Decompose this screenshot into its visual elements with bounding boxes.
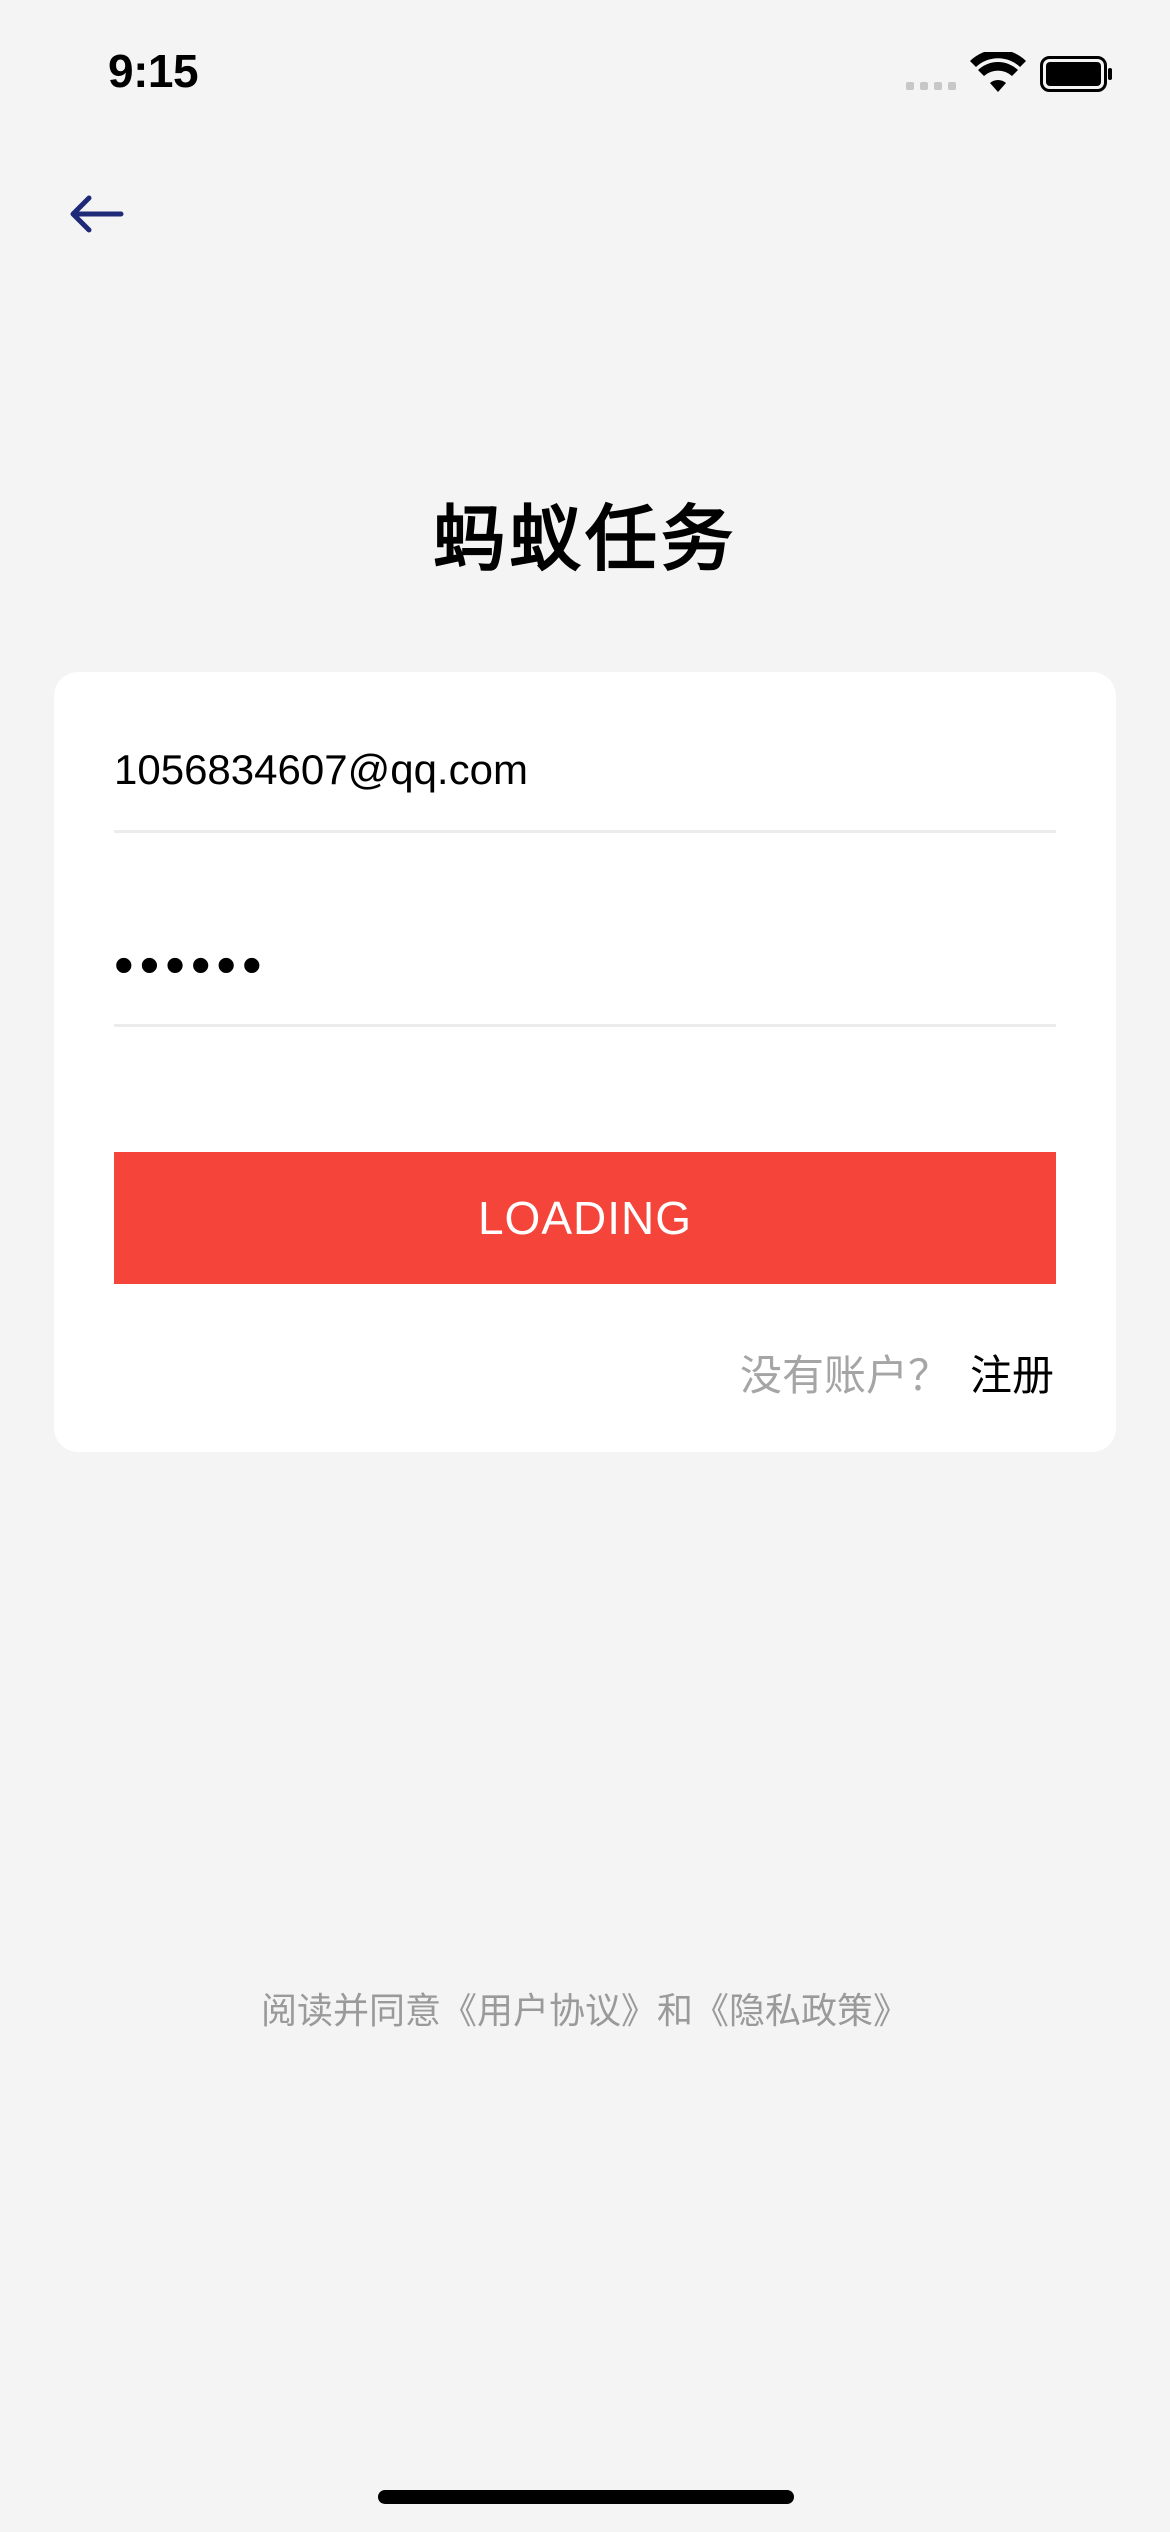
wifi-icon bbox=[970, 52, 1026, 92]
login-card: LOADING 没有账户？ 注册 bbox=[54, 672, 1116, 1452]
arrow-left-icon bbox=[70, 195, 124, 233]
login-button[interactable]: LOADING bbox=[114, 1152, 1056, 1284]
register-link[interactable]: 注册 bbox=[970, 1342, 1054, 1403]
cellular-signal-icon bbox=[906, 82, 956, 90]
password-field-container bbox=[114, 904, 1056, 1027]
register-prompt: 没有账户？ bbox=[739, 1351, 950, 1400]
page-title: 蚂蚁任务 bbox=[432, 497, 737, 581]
back-button[interactable] bbox=[60, 184, 130, 244]
agreement-text[interactable]: 阅读并同意《用户协议》和《隐私政策》 bbox=[0, 1982, 1170, 2034]
email-field[interactable] bbox=[114, 746, 1056, 794]
home-indicator bbox=[378, 2490, 794, 2504]
email-field-container bbox=[114, 710, 1056, 833]
password-field[interactable] bbox=[114, 931, 1056, 997]
register-row: 没有账户？ 注册 bbox=[740, 1342, 1054, 1403]
battery-icon bbox=[1040, 56, 1112, 92]
status-time: 9:15 bbox=[108, 45, 199, 97]
